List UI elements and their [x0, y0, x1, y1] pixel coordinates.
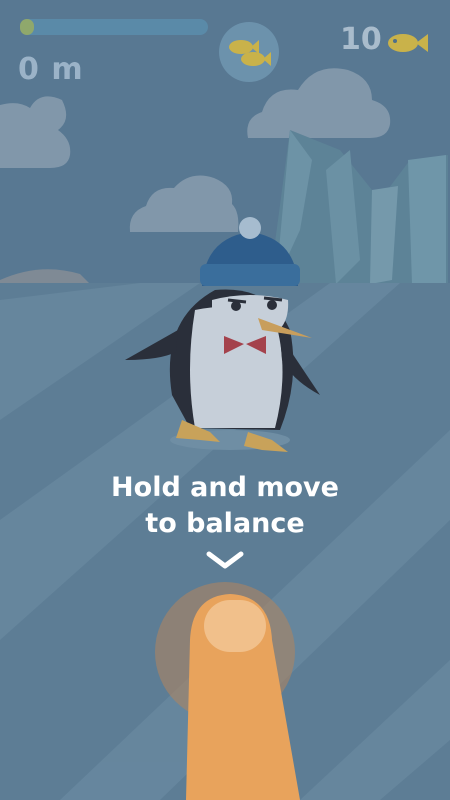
finger-icon — [155, 582, 300, 800]
tutorial-instruction: Hold and move to balance — [0, 470, 450, 542]
fish-bubble-icon — [219, 22, 279, 82]
fish-icon — [388, 34, 428, 52]
instruction-line-1: Hold and move — [111, 472, 339, 503]
distance-readout: 0 m — [18, 52, 84, 87]
distance-progress-bar — [20, 19, 208, 35]
distance-progress-fill — [20, 19, 34, 35]
chevron-down-icon — [206, 551, 244, 569]
instruction-line-2: to balance — [145, 508, 305, 539]
fish-count: 10 — [340, 22, 382, 57]
hud: 0 m 10 — [0, 0, 450, 110]
